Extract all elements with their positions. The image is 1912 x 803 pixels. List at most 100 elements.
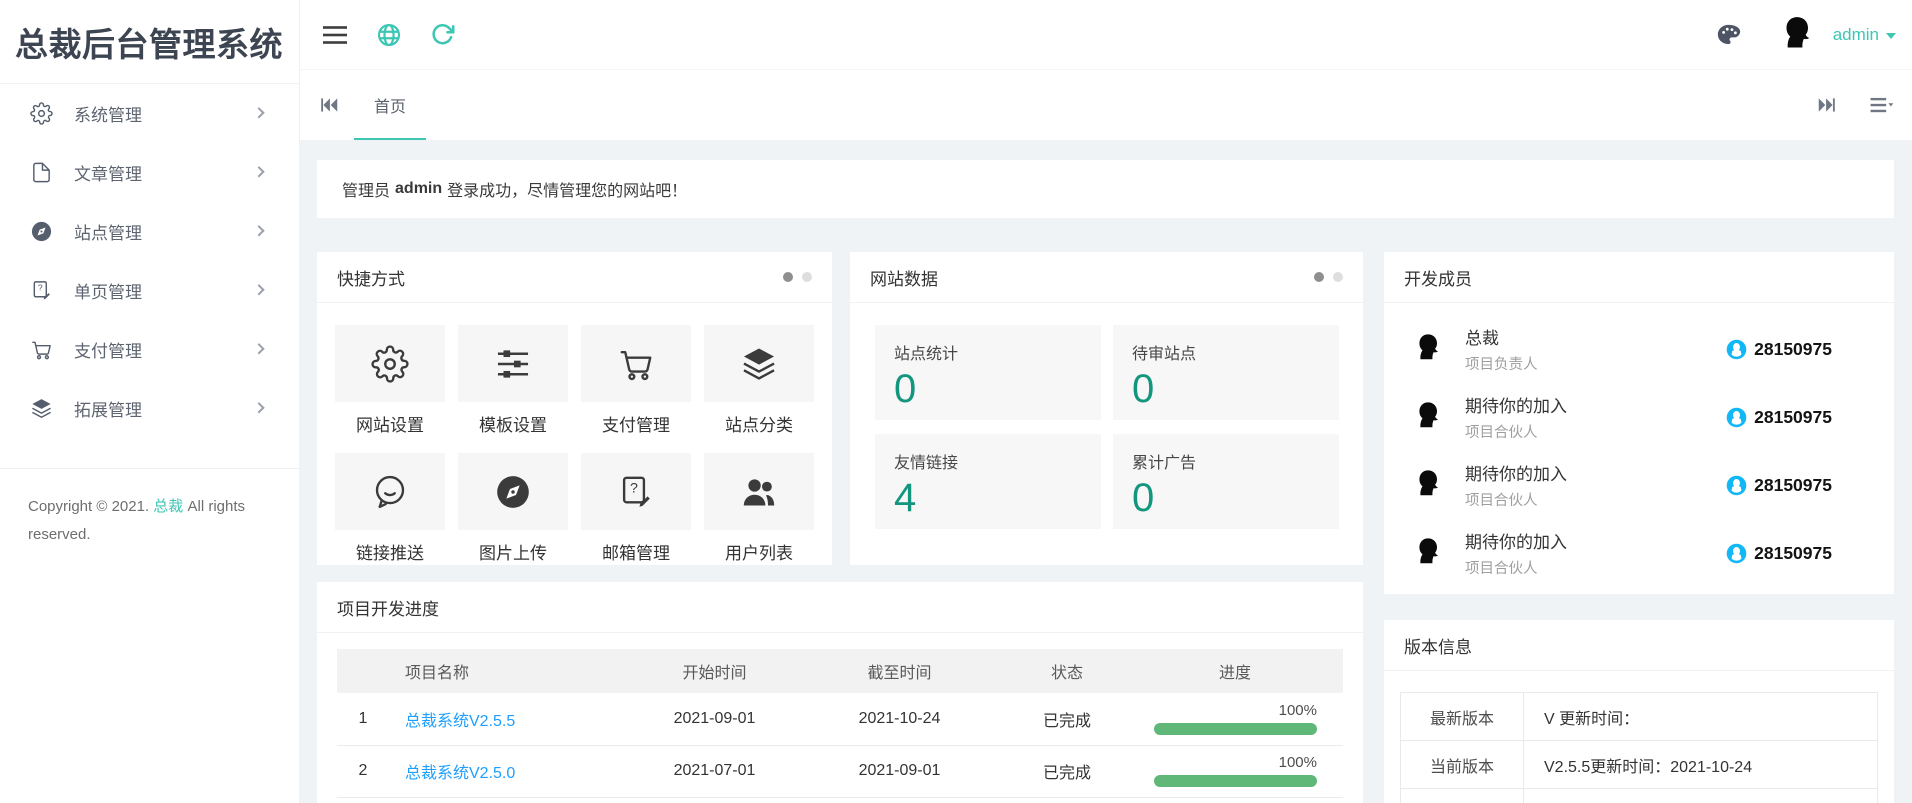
member-row: 期待你的加入 项目合伙人 28150975: [1410, 383, 1894, 451]
member-name: 总裁: [1465, 324, 1538, 349]
avatar-silhouette-icon: [1775, 13, 1819, 57]
compass-icon: [494, 473, 532, 511]
member-name: 期待你的加入: [1465, 460, 1567, 485]
sidebar-toggle-hamburger-icon[interactable]: [322, 25, 348, 45]
user-dropdown[interactable]: admin: [1833, 25, 1896, 45]
project-link[interactable]: 总裁系统V2.5.0: [405, 765, 515, 782]
qq-icon: [1726, 475, 1747, 496]
topbar: admin: [300, 0, 1912, 70]
page-edit-icon: [30, 279, 53, 302]
file-icon: [30, 161, 53, 184]
member-role: 项目负责人: [1465, 353, 1538, 374]
member-role: 项目合伙人: [1465, 557, 1567, 578]
col-progress: 进度: [1127, 649, 1343, 693]
stat-total-ads: 累计广告 0: [1113, 434, 1339, 529]
project-link[interactable]: 总裁系统V2.5.5: [405, 713, 515, 730]
layers-icon: [740, 345, 778, 383]
copyright: Copyright © 2021. 总裁 All rights reserved…: [0, 469, 299, 573]
theme-palette-icon[interactable]: [1716, 22, 1741, 47]
carousel-dot[interactable]: [1333, 272, 1343, 282]
progress-percent: 100%: [1127, 703, 1343, 720]
sidebar-item-extension[interactable]: 拓展管理: [0, 379, 299, 438]
version-row-value: [1524, 789, 1878, 803]
end-date: 2021-10-24: [792, 693, 1007, 745]
sidebar-item-label: 单页管理: [74, 278, 142, 303]
table-row: 1 总裁系统V2.5.5 2021-09-01 2021-10-24 已完成 1…: [337, 693, 1343, 745]
member-row: 期待你的加入 项目合伙人 28150975: [1410, 519, 1894, 587]
tabbar: 首页: [300, 70, 1912, 140]
qq-number: 28150975: [1754, 407, 1832, 428]
sidebar-item-payment[interactable]: 支付管理: [0, 320, 299, 379]
carousel-dot[interactable]: [802, 272, 812, 282]
sidebar-item-site[interactable]: 站点管理: [0, 202, 299, 261]
row-index: 1: [337, 693, 389, 745]
version-row-label: 最新版本: [1401, 693, 1524, 741]
sidebar-item-page[interactable]: 单页管理: [0, 261, 299, 320]
shortcut-template-settings[interactable]: 模板设置: [458, 325, 568, 436]
shortcut-label: 图片上传: [458, 539, 568, 564]
refresh-icon[interactable]: [430, 22, 455, 47]
tabs-scroll-left-icon[interactable]: [318, 94, 340, 116]
avatar[interactable]: [1775, 13, 1819, 57]
username: admin: [1833, 25, 1879, 45]
globe-icon[interactable]: [376, 22, 402, 48]
page-edit-icon: [617, 473, 655, 511]
carousel-dot-active[interactable]: [783, 272, 793, 282]
stat-friend-links: 友情链接 4: [875, 434, 1101, 529]
shortcut-mail-manage[interactable]: 邮箱管理: [581, 453, 691, 564]
shortcut-site-category[interactable]: 站点分类: [704, 325, 814, 436]
carousel-dots: [783, 272, 812, 282]
shortcut-link-push[interactable]: 链接推送: [335, 453, 445, 564]
shortcut-site-settings[interactable]: 网站设置: [335, 325, 445, 436]
layers-icon: [30, 397, 53, 420]
member-qq: 28150975: [1726, 339, 1832, 360]
progress-cell: 100%: [1127, 693, 1343, 745]
shortcut-payment[interactable]: 支付管理: [581, 325, 691, 436]
chevron-right-icon: [253, 107, 264, 118]
shortcut-label: 邮箱管理: [581, 539, 691, 564]
version-row-value: V 更新时间：: [1524, 693, 1878, 741]
shortcut-image-upload[interactable]: 图片上传: [458, 453, 568, 564]
welcome-suffix: 登录成功，尽情管理您的网站吧！: [447, 177, 687, 201]
gear-icon: [30, 102, 53, 125]
welcome-username: admin: [395, 180, 442, 198]
shortcut-label: 模板设置: [458, 411, 568, 436]
stat-value: 0: [1132, 478, 1339, 518]
dev-members-card: 开发成员 总裁 项目负责人 28150975 期待你的加入 项目合伙人: [1384, 252, 1894, 594]
tabs-scroll-right-icon[interactable]: [1816, 94, 1838, 116]
version-row-value: V2.5.5更新时间：2021-10-24: [1524, 741, 1878, 789]
shortcut-user-list[interactable]: 用户列表: [704, 453, 814, 564]
member-name: 期待你的加入: [1465, 528, 1567, 553]
main-content: 管理员 admin 登录成功，尽情管理您的网站吧！ 快捷方式 网站设置 模板设置…: [300, 140, 1912, 803]
member-name: 期待你的加入: [1465, 392, 1567, 417]
version-row-label: 当前版本: [1401, 741, 1524, 789]
member-role: 项目合伙人: [1465, 421, 1567, 442]
copyright-brand-link[interactable]: 总裁: [153, 498, 183, 515]
member-row: 总裁 项目负责人 28150975: [1410, 315, 1894, 383]
sidebar-item-article[interactable]: 文章管理: [0, 143, 299, 202]
tab-home[interactable]: 首页: [354, 70, 426, 140]
version-row-label: [1401, 789, 1524, 803]
stat-label: 站点统计: [894, 340, 1101, 364]
carousel-dot-active[interactable]: [1314, 272, 1324, 282]
avatar-silhouette-icon: [1410, 331, 1446, 367]
progress-bar: [1154, 723, 1317, 735]
tabs-menu-icon[interactable]: [1869, 93, 1894, 118]
welcome-banner: 管理员 admin 登录成功，尽情管理您的网站吧！: [317, 160, 1894, 218]
welcome-prefix: 管理员: [342, 177, 390, 201]
caret-down-icon: [1886, 33, 1896, 39]
start-date: 2021-07-01: [637, 745, 792, 797]
member-qq: 28150975: [1726, 407, 1832, 428]
progress-cell: 100%: [1127, 745, 1343, 797]
sidebar-item-label: 文章管理: [74, 160, 142, 185]
sidebar-item-label: 站点管理: [74, 219, 142, 244]
stat-value: 0: [894, 369, 1101, 409]
avatar-silhouette-icon: [1410, 535, 1446, 571]
qq-number: 28150975: [1754, 339, 1832, 360]
col-index: [337, 649, 389, 693]
cart-icon: [30, 338, 53, 361]
member-role: 项目合伙人: [1465, 489, 1567, 510]
col-end-time: 截至时间: [792, 649, 1007, 693]
version-info-card: 版本信息 最新版本 V 更新时间： 当前版本 V2.5.5更新时间：2021-1…: [1384, 620, 1894, 803]
sidebar-item-system[interactable]: 系统管理: [0, 84, 299, 143]
